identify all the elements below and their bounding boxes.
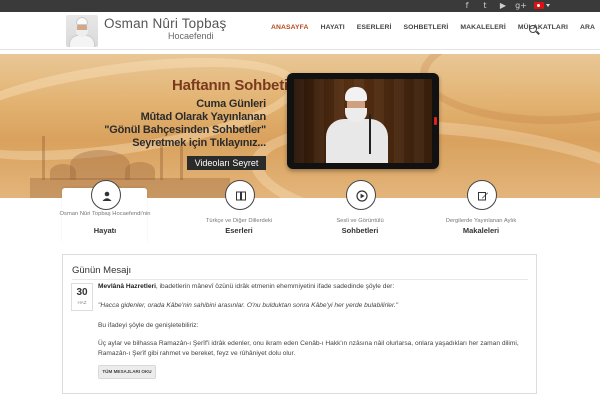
edit-icon[interactable] — [467, 180, 497, 210]
feature-subtitle: Dergilerde Yayınlanan Aylık — [445, 218, 517, 224]
feature-title[interactable]: Hayatı — [55, 226, 155, 235]
facebook-icon[interactable]: f — [458, 1, 476, 11]
hero-line: Mûtad Olarak Yayınlanan — [140, 111, 267, 123]
user-icon[interactable] — [91, 180, 121, 210]
logo-subtitle[interactable]: Hocaefendi — [168, 31, 214, 41]
date-badge: 30 HAZ — [71, 283, 93, 311]
top-bar: f t ▶ g+ ◎ — [0, 0, 600, 12]
turkey-flag-icon[interactable] — [534, 2, 544, 9]
main-nav: ANASAYFA HAYATI ESERLERİ SOHBETLERİ MAKA… — [271, 24, 600, 31]
chevron-down-icon[interactable] — [546, 4, 550, 7]
hero-text: Cuma Günleri Mûtad Olarak Yayınlanan "Gö… — [104, 98, 266, 150]
divider — [72, 279, 528, 280]
nav-makaleleri[interactable]: MAKALELERİ — [460, 24, 506, 31]
nav-sohbetleri[interactable]: SOHBETLERİ — [404, 24, 449, 31]
record-indicator-icon — [434, 117, 437, 125]
search-icon[interactable] — [529, 25, 537, 33]
play-icon[interactable] — [346, 180, 376, 210]
feature-title[interactable]: Makaleleri — [431, 226, 531, 235]
message-title: Günün Mesajı — [72, 265, 132, 276]
google-plus-icon[interactable]: g+ — [512, 1, 530, 11]
nav-eserleri[interactable]: ESERLERİ — [357, 24, 392, 31]
nav-anasayfa[interactable]: ANASAYFA — [271, 24, 309, 31]
nav-hayati[interactable]: HAYATI — [321, 24, 345, 31]
feature-title[interactable]: Sohbetleri — [310, 226, 410, 235]
hero-line: "Gönül Bahçesinden Sohbetler" — [104, 124, 266, 136]
message-quote: "Hacca gidenler, orada Kâbe'nin sahibini… — [98, 302, 399, 309]
nav-ara[interactable]: ARA — [580, 24, 595, 31]
hero-line: Seyretmek için Tıklayınız... — [132, 137, 266, 149]
youtube-icon[interactable]: ▶ — [494, 1, 512, 11]
twitter-icon[interactable]: t — [476, 1, 494, 11]
message-intro-text: , ibadetlerin mânevî özünü idrâk etmenin… — [155, 283, 395, 290]
daily-message-box: Günün Mesajı 30 HAZ Mevlânâ Hazretleri, … — [62, 254, 537, 394]
hero-line: Cuma Günleri — [196, 98, 266, 110]
book-icon[interactable] — [225, 180, 255, 210]
feature-subtitle: Osman Nûri Topbaş Hocaefendi'nin — [59, 211, 151, 217]
feature-links: Osman Nûri Topbaş Hocaefendi'nin Hayatı … — [0, 180, 600, 248]
hero-title: Haftanın Sohbeti — [172, 77, 288, 94]
message-paragraph: Üç aylar ve bilhassa Ramazân-ı Şerîf'i i… — [98, 340, 519, 357]
feature-subtitle: Türkçe ve Diğer Dillerdeki — [205, 218, 273, 224]
date-month: HAZ — [77, 300, 87, 305]
watch-videos-button[interactable]: Videoları Seyret — [187, 156, 266, 170]
logo-avatar[interactable] — [66, 15, 98, 47]
message-intro: Mevlânâ Hazretleri, ibadetlerin mânevî ö… — [98, 282, 528, 291]
video-thumbnail[interactable] — [287, 73, 439, 169]
date-day: 30 — [76, 287, 88, 298]
message-paragraph: Bu ifadeyi şöyle de genişletebiliriz: — [98, 322, 199, 329]
feature-subtitle: Sesli ve Görüntülü — [336, 218, 384, 224]
message-author: Mevlânâ Hazretleri — [98, 283, 156, 290]
feature-title[interactable]: Eserleri — [189, 226, 289, 235]
nav-mulakatlari[interactable]: MÜLAKATLARI — [518, 24, 568, 31]
read-all-messages-button[interactable]: TÜM MESAJLARI OKU — [98, 365, 156, 379]
site-header: Osman Nûri Topbaş Hocaefendi ANASAYFA HA… — [0, 12, 600, 50]
logo-name[interactable]: Osman Nûri Topbaş — [104, 16, 226, 31]
